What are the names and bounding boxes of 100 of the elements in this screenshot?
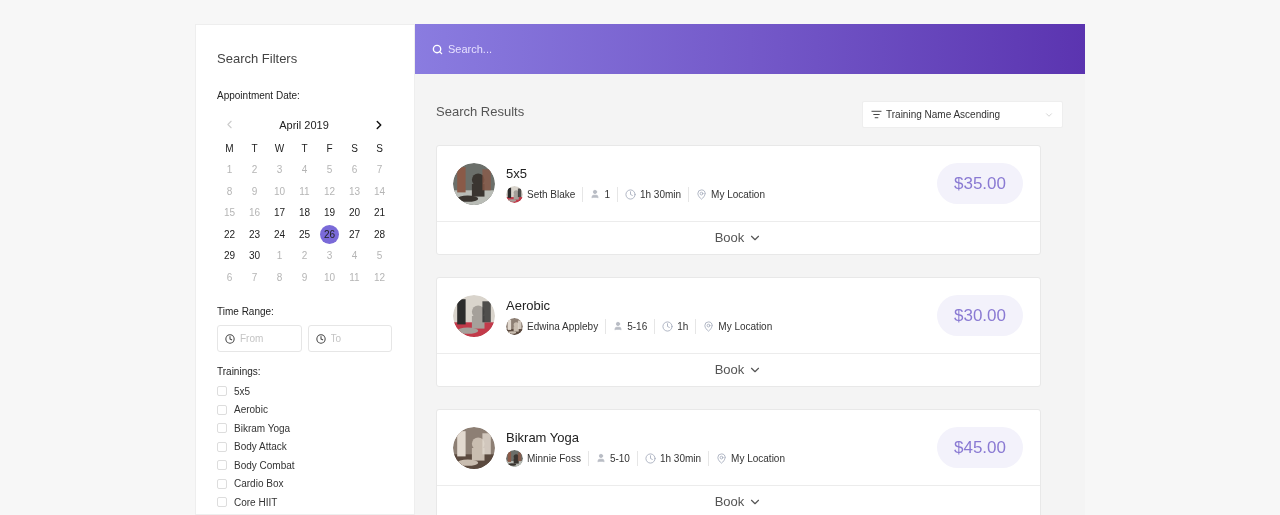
calendar-day[interactable]: 16: [245, 203, 264, 223]
calendar-day[interactable]: 25: [295, 224, 314, 244]
clock-icon: [225, 334, 235, 344]
training-checkbox-row[interactable]: Cardio Box: [217, 474, 392, 493]
meta-text: 5-16: [627, 319, 648, 334]
meta-text: My Location: [731, 451, 785, 466]
search-icon: [432, 43, 443, 55]
meta-text: Edwina Appleby: [527, 319, 599, 334]
calendar-day[interactable]: 18: [295, 203, 314, 223]
person-icon: [613, 321, 624, 332]
checkbox[interactable]: [217, 460, 227, 471]
training-checkbox-row[interactable]: 5x5: [217, 382, 392, 401]
location-icon: [696, 188, 708, 200]
calendar-day[interactable]: 30: [245, 246, 264, 266]
checkbox[interactable]: [217, 441, 227, 452]
calendar-day[interactable]: 6: [345, 160, 364, 180]
calendar-day[interactable]: 3: [270, 160, 289, 180]
calendar-day[interactable]: 2: [295, 246, 314, 266]
month-title: April 2019: [279, 117, 329, 133]
training-checkbox-row[interactable]: Body Combat: [217, 456, 392, 475]
clock-icon: [644, 452, 656, 464]
calendar-day[interactable]: 13: [345, 181, 364, 201]
weekday-label: W: [274, 142, 285, 156]
weekday-label: T: [251, 142, 258, 156]
calendar-day[interactable]: 28: [370, 224, 389, 244]
calendar-day[interactable]: 15: [220, 203, 239, 223]
calendar-day[interactable]: 10: [270, 181, 289, 201]
calendar-day[interactable]: 4: [345, 246, 364, 266]
calendar-day[interactable]: 23: [245, 224, 264, 244]
price-tag: $35.00: [937, 162, 1023, 205]
calendar-day[interactable]: 8: [220, 181, 239, 201]
calendar-day[interactable]: 21: [370, 203, 389, 223]
book-button[interactable]: Book: [437, 221, 1040, 254]
field-label: Appointment Date:: [217, 88, 301, 103]
time-field[interactable]: From: [217, 325, 302, 352]
calendar-day[interactable]: 9: [245, 181, 264, 201]
calendar-day[interactable]: 26: [320, 224, 339, 244]
calendar-day[interactable]: 12: [370, 267, 389, 287]
meta-text: Seth Blake: [527, 187, 576, 202]
sort-icon: [871, 109, 882, 120]
sort-dropdown[interactable]: Training Name Ascending: [862, 101, 1063, 128]
calendar-day[interactable]: 3: [320, 246, 339, 266]
calendar-day[interactable]: 5: [320, 160, 339, 180]
training-name: 5x5: [506, 165, 528, 184]
calendar-day[interactable]: 7: [245, 267, 264, 287]
meta-text: 1h: [677, 319, 689, 334]
meta-text: 1h 30min: [639, 187, 682, 202]
time-field[interactable]: To: [307, 325, 392, 352]
calendar-day[interactable]: 11: [295, 181, 314, 201]
person-icon: [590, 189, 601, 200]
training-name: Aerobic: [506, 297, 552, 316]
book-button[interactable]: Book: [437, 485, 1040, 515]
calendar-day[interactable]: 1: [270, 246, 289, 266]
training-checkbox-row[interactable]: Core HIIT: [217, 493, 392, 512]
training-checkbox-row[interactable]: Bikram Yoga: [217, 419, 392, 438]
calendar-day[interactable]: 17: [270, 203, 289, 223]
meta-text: Minnie Foss: [527, 451, 581, 466]
meta-text: My Location: [711, 187, 765, 202]
calendar-day[interactable]: 1: [220, 160, 239, 180]
calendar-day[interactable]: 7: [370, 160, 389, 180]
training-checkbox-row[interactable]: Body Attack: [217, 437, 392, 456]
calendar-day[interactable]: 6: [220, 267, 239, 287]
clock-icon: [315, 334, 326, 344]
calendar-day[interactable]: 19: [320, 203, 339, 223]
checkbox[interactable]: [217, 404, 227, 415]
calendar-day[interactable]: 20: [345, 203, 364, 223]
panel-title: Search Filters: [217, 50, 299, 68]
meta-text: My Location: [718, 319, 773, 334]
checkbox[interactable]: [217, 478, 227, 489]
checkbox[interactable]: [217, 497, 227, 508]
calendar-day[interactable]: 12: [320, 181, 339, 201]
calendar-day[interactable]: 29: [220, 246, 239, 266]
search-field[interactable]: Search...: [448, 40, 748, 58]
calendar-day[interactable]: 5: [370, 246, 389, 266]
weekday-label: F: [326, 142, 333, 156]
results-title: Search Results: [436, 103, 525, 122]
calendar-day[interactable]: 4: [295, 160, 314, 180]
training-checkbox-row[interactable]: Aerobic: [217, 400, 392, 419]
calendar-day[interactable]: 24: [270, 224, 289, 244]
meta-text: 1h 30min: [659, 451, 702, 466]
calendar-day[interactable]: 2: [245, 160, 264, 180]
location-icon: [716, 452, 728, 464]
calendar-day[interactable]: 22: [220, 224, 239, 244]
price-tag: $45.00: [937, 426, 1023, 469]
calendar-day[interactable]: 14: [370, 181, 389, 201]
person-icon: [595, 453, 606, 464]
calendar-day[interactable]: 27: [345, 224, 364, 244]
price-tag: $30.00: [937, 294, 1023, 337]
calendar-day[interactable]: 8: [270, 267, 289, 287]
location-icon: [703, 320, 715, 332]
clock-icon: [624, 188, 636, 200]
book-button[interactable]: Book: [437, 353, 1040, 386]
checkbox[interactable]: [217, 386, 227, 397]
calendar-day[interactable]: 9: [295, 267, 314, 287]
checkbox[interactable]: [217, 423, 227, 434]
weekday-label: S: [376, 142, 383, 156]
calendar-day[interactable]: 11: [345, 267, 364, 287]
calendar-day[interactable]: 10: [320, 267, 339, 287]
clock-icon: [662, 320, 674, 332]
weekday-label: M: [225, 142, 234, 156]
